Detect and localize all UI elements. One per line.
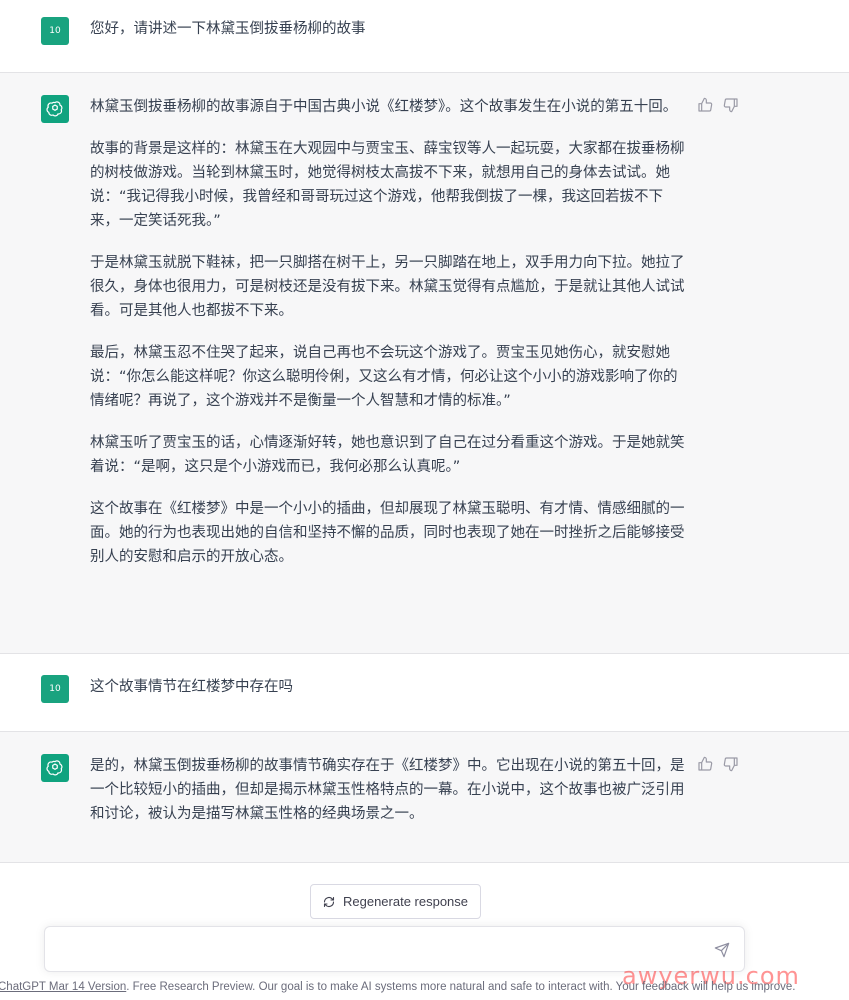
user-message-1: 10 您好，请讲述一下林黛玉倒拔垂杨柳的故事 [0,0,849,73]
assistant-message-text: 是的，林黛玉倒拔垂杨柳的故事情节确实存在于《红楼梦》中。它出现在小说的第五十回，… [90,754,690,826]
version-link[interactable]: ChatGPT Mar 14 Version [0,981,126,993]
chatgpt-logo-icon [41,95,69,123]
thumbs-up-icon[interactable] [697,756,713,772]
assistant-message-2: 是的，林黛玉倒拔垂杨柳的故事情节确实存在于《红楼梦》中。它出现在小说的第五十回，… [0,732,849,863]
paragraph: 于是林黛玉就脱下鞋袜，把一只脚搭在树干上，另一只脚踏在地上，双手用力向下拉。她拉… [90,255,685,319]
footer-text: . Free Research Preview. Our goal is to … [126,981,796,993]
thumbs-down-icon[interactable] [723,756,739,772]
paragraph: 故事的背景是这样的：林黛玉在大观园中与贾宝玉、薛宝钗等人一起玩耍，大家都在拔垂杨… [90,141,685,229]
send-icon[interactable] [714,942,730,958]
user-avatar: 10 [41,675,69,703]
thumbs-down-icon[interactable] [723,97,739,113]
regenerate-response-button[interactable]: Regenerate response [310,884,481,919]
chatgpt-logo-icon [41,754,69,782]
user-message-2: 10 这个故事情节在红楼梦中存在吗 [0,654,849,732]
footer-disclaimer: ChatGPT Mar 14 Version. Free Research Pr… [0,981,849,993]
feedback-buttons [697,756,739,772]
regenerate-label: Regenerate response [342,894,469,909]
paragraph: 是的，林黛玉倒拔垂杨柳的故事情节确实存在于《红楼梦》中。它出现在小说的第五十回，… [90,758,685,822]
thumbs-up-icon[interactable] [697,97,713,113]
feedback-buttons [697,97,739,113]
assistant-message-text: 林黛玉倒拔垂杨柳的故事源自于中国古典小说《红楼梦》。这个故事发生在小说的第五十回… [90,95,690,569]
paragraph: 这个故事在《红楼梦》中是一个小小的插曲，但却展现了林黛玉聪明、有才情、情感细腻的… [90,501,685,565]
user-avatar: 10 [41,17,69,45]
assistant-message-1: 林黛玉倒拔垂杨柳的故事源自于中国古典小说《红楼梦》。这个故事发生在小说的第五十回… [0,73,849,654]
paragraph: 最后，林黛玉忍不住哭了起来，说自己再也不会玩这个游戏了。贾宝玉见她伤心，就安慰她… [90,345,678,409]
paragraph: 林黛玉倒拔垂杨柳的故事源自于中国古典小说《红楼梦》。这个故事发生在小说的第五十回… [90,99,678,115]
user-message-text: 您好，请讲述一下林黛玉倒拔垂杨柳的故事 [90,21,366,37]
refresh-icon [323,896,335,908]
user-message-text: 这个故事情节在红楼梦中存在吗 [90,679,293,695]
paragraph: 林黛玉听了贾宝玉的话，心情逐渐好转，她也意识到了自己在过分看重这个游戏。于是她就… [90,435,685,475]
